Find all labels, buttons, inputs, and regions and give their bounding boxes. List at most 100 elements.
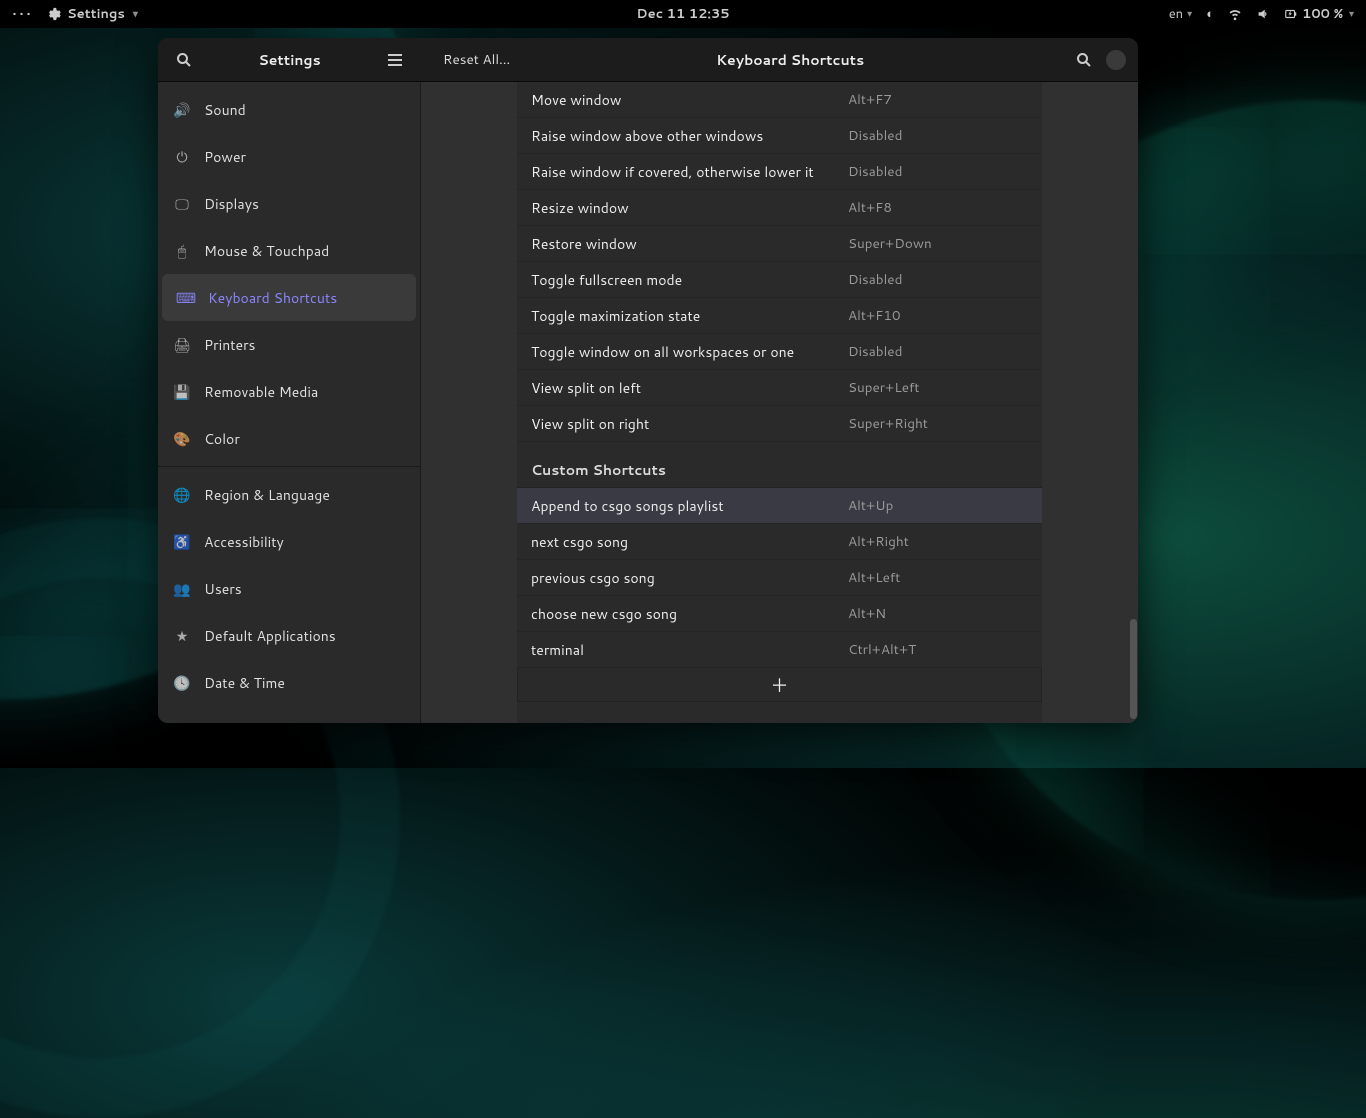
sidebar-item-label: Keyboard Shortcuts [208,288,337,308]
shortcut-row[interactable]: previous csgo songAlt+Left [517,560,1042,596]
sidebar-item-label: Color [204,429,240,449]
shortcut-accelerator: Alt+N [848,604,1028,623]
sidebar-item-mouse[interactable]: 🖱 Mouse & Touchpad [158,227,420,274]
sidebar-item-color[interactable]: 🎨 Color [158,415,420,462]
removable-icon: 💾 [174,384,190,400]
reset-all-button[interactable]: Reset All… [443,50,510,69]
sidebar-item-accessibility[interactable]: ♿Accessibility [158,518,420,565]
shortcut-accelerator: Alt+F8 [848,198,1028,217]
color-icon: 🎨 [174,431,190,447]
sidebar-item-sound[interactable]: 🔊Sound [158,86,420,133]
shortcut-label: Restore window [531,234,848,254]
shortcut-accelerator: Alt+Right [848,532,1028,551]
app-menu[interactable]: Settings ▾ [47,5,138,23]
section-header-custom: Custom Shortcuts [517,452,1042,488]
sidebar-item-displays[interactable]: 🖵Displays [158,180,420,227]
search-icon [176,52,192,68]
default-apps-icon: ★ [174,628,190,644]
shortcuts-search-button[interactable] [1070,46,1098,74]
shortcut-accelerator: Super+Left [848,378,1028,397]
sidebar-item-region[interactable]: 🌐 Region & Language [158,471,420,518]
shortcut-label: Raise window if covered, otherwise lower… [531,162,848,182]
sidebar-item-removable[interactable]: 💾 Removable Media [158,368,420,415]
region-icon: 🌐 [174,487,190,503]
shortcut-row[interactable]: Append to csgo songs playlistAlt+Up [517,488,1042,524]
power-icon: ⏻ [174,149,190,165]
sidebar-item-power[interactable]: ⏻ Power [158,133,420,180]
sidebar-item-keyboard[interactable]: ⌨ Keyboard Shortcuts [162,274,416,321]
shortcut-accelerator: Alt+F7 [848,90,1028,109]
shortcut-accelerator: Disabled [848,162,1028,181]
sidebar-item-default-apps[interactable]: ★Default Applications [158,612,420,659]
sound-icon: 🔊 [174,102,190,118]
shortcut-row[interactable]: terminalCtrl+Alt+T [517,632,1042,668]
shortcut-label: previous csgo song [531,568,848,588]
shortcut-label: Toggle window on all workspaces or one [531,342,848,362]
users-icon: 👥 [174,581,190,597]
shortcut-row[interactable]: Raise window if covered, otherwise lower… [517,154,1042,190]
headerbar: Settings Reset All… Keyboard Shortcuts [158,38,1138,82]
chevron-down-icon: ▾ [1349,7,1354,21]
shortcut-row[interactable]: Restore windowSuper+Down [517,226,1042,262]
sidebar-title: Settings [198,50,381,70]
shortcut-label: terminal [531,640,848,660]
hamburger-icon [388,54,402,66]
shortcut-row[interactable]: View split on rightSuper+Right [517,406,1042,442]
shortcut-row[interactable]: Toggle window on all workspaces or oneDi… [517,334,1042,370]
shortcut-row[interactable]: choose new csgo songAlt+N [517,596,1042,632]
shortcut-row[interactable]: Raise window above other windowsDisabled [517,118,1042,154]
shortcut-accelerator: Alt+Left [848,568,1028,587]
battery-icon [1284,7,1298,21]
shortcut-accelerator: Alt+F10 [848,306,1028,325]
shortcut-row[interactable]: next csgo songAlt+Right [517,524,1042,560]
wifi-icon[interactable] [1228,7,1242,21]
scrollbar-thumb[interactable] [1130,619,1137,719]
shortcut-accelerator: Disabled [848,126,1028,145]
keyboard-icon: ⌨ [178,290,194,306]
shortcut-row[interactable]: Move windowAlt+F7 [517,82,1042,118]
add-shortcut-button[interactable]: ＋ [517,668,1042,702]
shortcut-label: Resize window [531,198,848,218]
shortcut-accelerator: Super+Down [848,234,1028,253]
shortcut-label: choose new csgo song [531,604,848,624]
window-close-button[interactable] [1106,50,1126,70]
page-title: Keyboard Shortcuts [510,50,1070,70]
sidebar-item-label: Accessibility [204,532,284,552]
sidebar-item-label: Users [204,579,242,599]
shortcut-accelerator: Disabled [848,270,1028,289]
sidebar-item-datetime[interactable]: 🕓Date & Time [158,659,420,706]
search-icon [1076,52,1092,68]
shortcut-list: Move windowAlt+F7Raise window above othe… [517,82,1042,723]
hamburger-menu-button[interactable] [381,46,409,74]
shortcut-label: View split on left [531,378,848,398]
sidebar-search-button[interactable] [170,46,198,74]
shortcut-label: View split on right [531,414,848,434]
sidebar-item-label: Removable Media [204,382,318,402]
sidebar-item-users[interactable]: 👥 Users [158,565,420,612]
mouse-icon: 🖱 [174,243,190,259]
shortcut-label: Raise window above other windows [531,126,848,146]
activities-button[interactable]: ••• [12,3,33,26]
shortcut-row[interactable]: Toggle fullscreen modeDisabled [517,262,1042,298]
night-light-icon[interactable]: ◐ [1206,5,1214,23]
sidebar-item-label: Mouse & Touchpad [204,241,329,261]
app-menu-label: Settings [67,5,125,23]
shortcut-label: Move window [531,90,848,110]
content-area: Move windowAlt+F7Raise window above othe… [421,82,1138,723]
sidebar-item-label: Power [204,147,246,167]
chevron-down-icon: ▾ [133,7,138,21]
sidebar-separator [158,466,420,467]
shortcut-accelerator: Ctrl+Alt+T [848,640,1028,659]
shortcut-row[interactable]: Resize windowAlt+F8 [517,190,1042,226]
clock[interactable]: Dec 11 12:35 [636,5,729,23]
top-panel: ••• Settings ▾ Dec 11 12:35 en ▾ ◐ 100 %… [0,0,1366,28]
volume-icon[interactable] [1256,7,1270,21]
battery-indicator[interactable]: 100 % ▾ [1284,5,1354,23]
sidebar-item-label: Region & Language [204,485,330,505]
input-source-indicator[interactable]: en ▾ [1169,5,1193,23]
shortcut-row[interactable]: Toggle maximization stateAlt+F10 [517,298,1042,334]
gear-icon [47,7,61,21]
sidebar-item-printers[interactable]: 🖨Printers [158,321,420,368]
shortcut-label: next csgo song [531,532,848,552]
shortcut-row[interactable]: View split on leftSuper+Left [517,370,1042,406]
